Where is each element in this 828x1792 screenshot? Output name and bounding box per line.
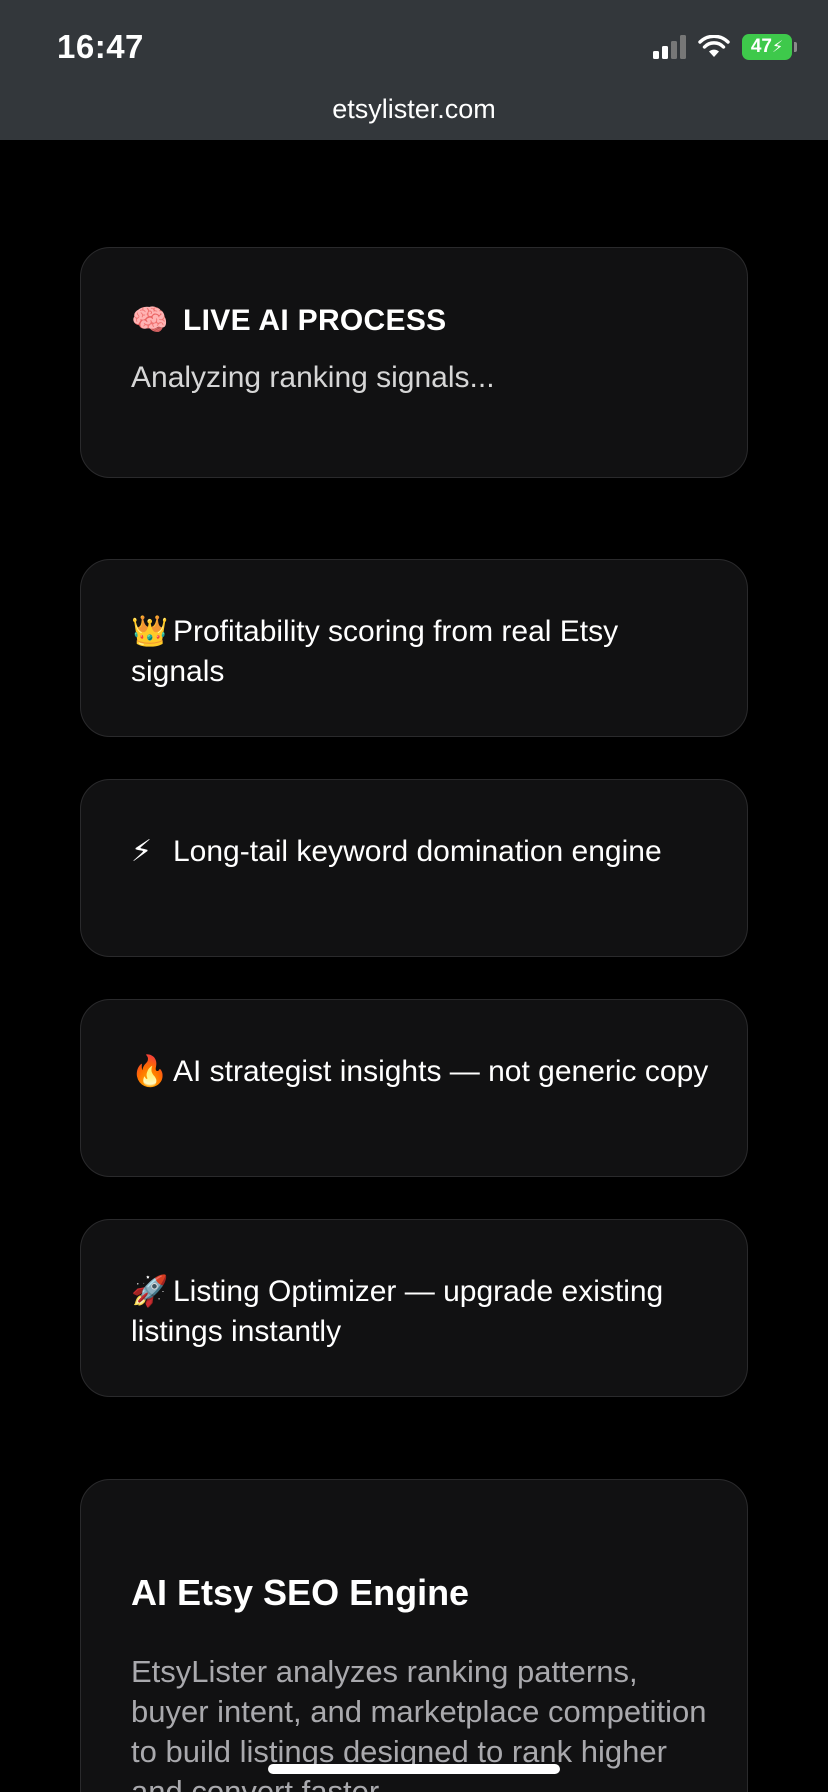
live-ai-process-card: 🧠 LIVE AI PROCESS Analyzing ranking sign…	[80, 247, 748, 478]
home-indicator[interactable]	[268, 1764, 560, 1774]
lightning-icon: ⚡	[131, 834, 153, 869]
feature-text: Profitability scoring from real Etsy sig…	[131, 615, 619, 688]
browser-top-bar: 16:47 47 ⚡ etsylister.com	[0, 0, 828, 140]
live-process-title: 🧠 LIVE AI PROCESS	[131, 303, 446, 338]
feature-text: AI strategist insights — not generic cop…	[173, 1055, 709, 1088]
feature-card-keywords: ⚡ Long-tail keyword domination engine	[80, 779, 748, 957]
status-time: 16:47	[57, 28, 144, 65]
rocket-icon: 🚀	[131, 1274, 169, 1309]
status-icons: 47 ⚡	[653, 34, 797, 60]
live-process-title-text: LIVE AI PROCESS	[183, 303, 447, 337]
url-display[interactable]: etsylister.com	[0, 94, 828, 125]
seo-engine-title: AI Etsy SEO Engine	[131, 1572, 470, 1613]
feature-card-profitability: 👑 Profitability scoring from real Etsy si…	[80, 559, 748, 737]
seo-engine-card: AI Etsy SEO Engine EtsyLister analyzes r…	[80, 1479, 748, 1792]
feature-text: Long-tail keyword domination engine	[173, 835, 662, 868]
feature-card-insights: 🔥 AI strategist insights — not generic co…	[80, 999, 748, 1177]
feature-text: Listing Optimizer — upgrade existing lis…	[131, 1275, 664, 1348]
battery-icon: 47 ⚡	[742, 34, 797, 60]
feature-card-optimizer: 🚀 Listing Optimizer — upgrade existing li…	[80, 1219, 748, 1397]
page: 16:47 47 ⚡ etsylister.com 🧠 LIVE AI PROCE…	[0, 0, 828, 1792]
crown-icon: 👑	[131, 614, 169, 649]
live-process-status: Analyzing ranking signals...	[131, 361, 495, 394]
wifi-icon	[698, 35, 730, 57]
brain-icon: 🧠	[131, 303, 169, 338]
cellular-signal-icon	[653, 35, 686, 59]
battery-level: 47	[750, 36, 772, 57]
fire-icon: 🔥	[131, 1054, 169, 1089]
